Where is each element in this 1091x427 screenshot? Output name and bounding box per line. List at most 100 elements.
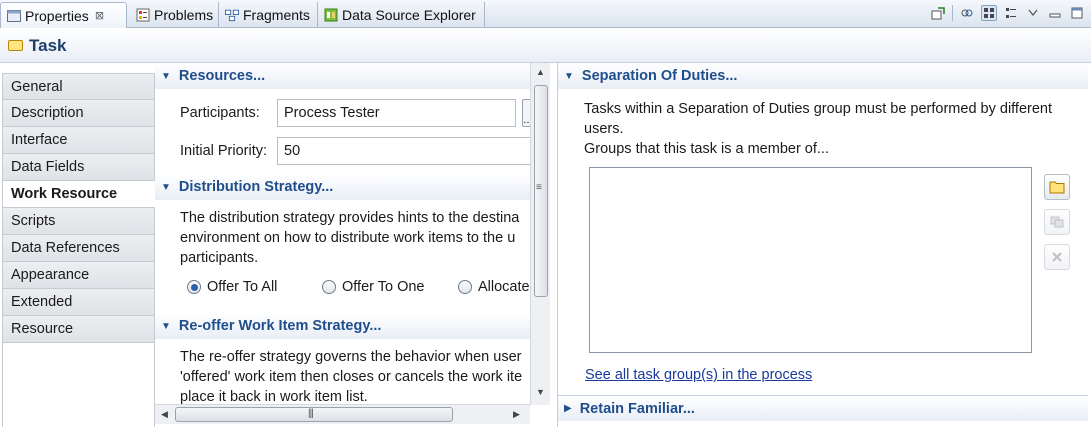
nav-item-description[interactable]: Description [2, 100, 155, 127]
radio-unselected-icon [322, 280, 336, 294]
separation-line-1: Tasks within a Separation of Duties grou… [584, 101, 1053, 117]
tab-problems-label: Problems [154, 7, 214, 23]
nav-item-data-references[interactable]: Data References [2, 235, 155, 262]
tab-fragments[interactable]: Fragments [219, 2, 318, 28]
priority-value: 50 [284, 143, 301, 159]
participants-value: Process Tester [284, 105, 380, 121]
see-all-task-groups-link[interactable]: See all task group(s) in the process [585, 367, 812, 383]
nav-filler [2, 343, 155, 427]
categories-view-icon[interactable] [981, 5, 997, 21]
offer-to-one-label: Offer To One [342, 279, 425, 295]
radio-selected-icon [187, 280, 201, 294]
initial-priority-field[interactable]: 50 [277, 137, 530, 165]
nav-item-data-fields[interactable]: Data Fields [2, 154, 155, 181]
tab-fragments-label: Fragments [243, 7, 310, 23]
expanded-twistie-icon: ▼ [161, 181, 171, 193]
nav-item-scripts[interactable]: Scripts [2, 208, 155, 235]
view-toolbar [930, 5, 1085, 21]
nav-item-resource[interactable]: Resource [2, 316, 155, 343]
retain-familiar-section: ▶ Retain Familiar... [558, 395, 1088, 421]
scroll-grip-icon: ≡ [536, 182, 542, 193]
distribution-heading: Distribution Strategy... [178, 179, 334, 195]
reoffer-line-2: 'offered' work item then closes or cance… [180, 369, 523, 385]
form-header: Task [0, 29, 1091, 63]
expanded-twistie-icon: ▼ [564, 70, 574, 82]
priority-label: Initial Priority: [180, 143, 268, 159]
view-menu-chevron-icon[interactable] [1025, 5, 1041, 21]
retain-familiar-heading: Retain Familiar... [579, 400, 695, 417]
collapsed-twistie-icon: ▶ [564, 403, 572, 414]
nav-item-interface[interactable]: Interface [2, 127, 155, 154]
separation-line-3: Groups that this task is a member of... [584, 141, 829, 157]
list-view-icon[interactable] [1003, 5, 1019, 21]
separation-section-header[interactable]: ▼ Separation Of Duties... [558, 63, 1088, 89]
folder-icon [1049, 181, 1065, 194]
distribution-line-1: The distribution strategy provides hints… [180, 210, 520, 226]
vertical-scroll-thumb[interactable]: ≡ [534, 85, 548, 297]
distribution-line-2: environment on how to distribute work it… [180, 230, 516, 246]
view-tab-bar: Properties ⊠ Problems Fragments Data Sou… [0, 0, 1091, 28]
separation-heading: Separation Of Duties... [581, 68, 738, 84]
priority-row: Initial Priority: [180, 137, 267, 165]
resources-section-header[interactable]: ▼ Resources... [155, 63, 530, 89]
separation-panel: ▼ Separation Of Duties... Tasks within a… [557, 63, 1088, 427]
tab-problems[interactable]: Problems [130, 2, 219, 28]
section-nav: General Description Interface Data Field… [2, 73, 155, 427]
page-title: Task [29, 35, 67, 55]
scroll-down-arrow-icon[interactable]: ▼ [536, 387, 545, 397]
scroll-up-arrow-icon[interactable]: ▲ [536, 67, 545, 77]
distribution-section-header[interactable]: ▼ Distribution Strategy... [155, 174, 530, 200]
task-icon [8, 40, 23, 51]
offer-to-all-radio[interactable]: Offer To All [187, 279, 277, 295]
vertical-scrollbar[interactable]: ▲ ≡ ▼ [530, 63, 550, 405]
add-group-button[interactable] [1044, 174, 1070, 200]
maximize-icon[interactable] [1069, 5, 1085, 21]
participants-row: Participants: [180, 99, 260, 127]
resources-heading: Resources... [178, 68, 266, 84]
fragments-icon [225, 8, 239, 22]
remove-group-button[interactable] [1044, 244, 1070, 270]
nav-item-appearance[interactable]: Appearance [2, 262, 155, 289]
close-icon[interactable]: ⊠ [95, 9, 104, 22]
properties-icon [7, 9, 21, 23]
participants-label: Participants: [180, 105, 260, 121]
work-resource-panel: ▼ Resources... Participants: Process Tes… [155, 63, 530, 405]
reoffer-heading: Re-offer Work Item Strategy... [178, 318, 382, 334]
reoffer-section-header[interactable]: ▼ Re-offer Work Item Strategy... [155, 313, 530, 339]
participants-field[interactable]: Process Tester [277, 99, 516, 127]
radio-unselected-icon [458, 280, 472, 294]
separation-line-2: users. [584, 121, 624, 137]
toolbar-divider [952, 5, 953, 21]
nav-item-general[interactable]: General [2, 73, 155, 100]
nav-item-extended[interactable]: Extended [2, 289, 155, 316]
edit-group-button[interactable] [1044, 209, 1070, 235]
tab-properties-label: Properties [25, 7, 89, 24]
allocate-label: Allocate [478, 279, 530, 295]
group-edit-icon [1050, 216, 1064, 228]
task-groups-list[interactable] [589, 167, 1032, 353]
expanded-twistie-icon: ▼ [161, 320, 171, 332]
scroll-right-arrow-icon[interactable]: ▶ [513, 409, 520, 420]
link-editor-icon[interactable] [959, 5, 975, 21]
reoffer-line-1: The re-offer strategy governs the behavi… [180, 349, 522, 365]
horizontal-scrollbar[interactable]: ◀ ||| ▶ [155, 404, 530, 424]
distribution-line-3: participants. [180, 250, 259, 266]
pin-icon[interactable] [930, 5, 946, 21]
scroll-grip-icon: ||| [308, 408, 314, 419]
expanded-twistie-icon: ▼ [161, 70, 171, 82]
tab-properties[interactable]: Properties ⊠ [0, 2, 127, 28]
delete-x-icon [1052, 252, 1062, 262]
nav-item-work-resource[interactable]: Work Resource [2, 181, 155, 208]
retain-familiar-section-header[interactable]: ▶ Retain Familiar... [558, 396, 1088, 421]
problems-icon [136, 8, 150, 22]
scroll-left-arrow-icon[interactable]: ◀ [161, 409, 168, 420]
offer-to-one-radio[interactable]: Offer To One [322, 279, 424, 295]
minimize-icon[interactable] [1047, 5, 1063, 21]
tab-data-source-explorer[interactable]: Data Source Explorer [318, 2, 485, 28]
allocate-radio[interactable]: Allocate [458, 279, 530, 295]
tab-data-source-explorer-label: Data Source Explorer [342, 7, 476, 23]
data-source-explorer-icon [324, 8, 338, 22]
offer-to-all-label: Offer To All [207, 279, 278, 295]
horizontal-scroll-thumb[interactable]: ||| [175, 407, 453, 422]
browse-participants-button[interactable]: ... [522, 99, 530, 127]
